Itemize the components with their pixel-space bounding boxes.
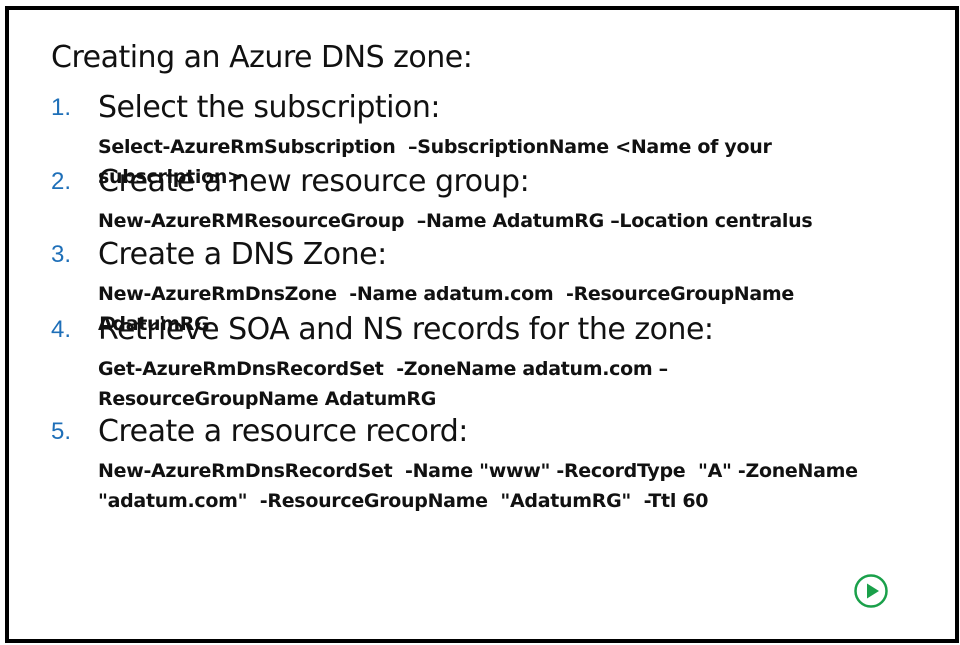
step-number: 5. (51, 418, 72, 445)
step-label: Create a resource record: (98, 414, 468, 449)
step-number: 1. (51, 94, 72, 121)
step-command: New-AzureRMResourceGroup –Name AdatumRG … (98, 210, 813, 232)
step-label: Create a DNS Zone: (98, 237, 387, 272)
step-command: Get-AzureRmDnsRecordSet -ZoneName adatum… (98, 358, 668, 410)
step-label: Create a new resource group: (98, 164, 530, 199)
play-circle-icon (854, 574, 888, 608)
step-command: New-AzureRmDnsRecordSet -Name "www" -Rec… (98, 460, 865, 512)
slide: Creating an Azure DNS zone: 1. Select th… (5, 6, 959, 643)
step-label: Select the subscription: (98, 90, 440, 125)
step-number: 3. (51, 241, 72, 268)
slide-title: Creating an Azure DNS zone: (51, 40, 473, 75)
step-number: 2. (51, 168, 72, 195)
step-number: 4. (51, 316, 72, 343)
play-button[interactable] (854, 574, 888, 608)
step-label: Retrieve SOA and NS records for the zone… (98, 312, 714, 347)
